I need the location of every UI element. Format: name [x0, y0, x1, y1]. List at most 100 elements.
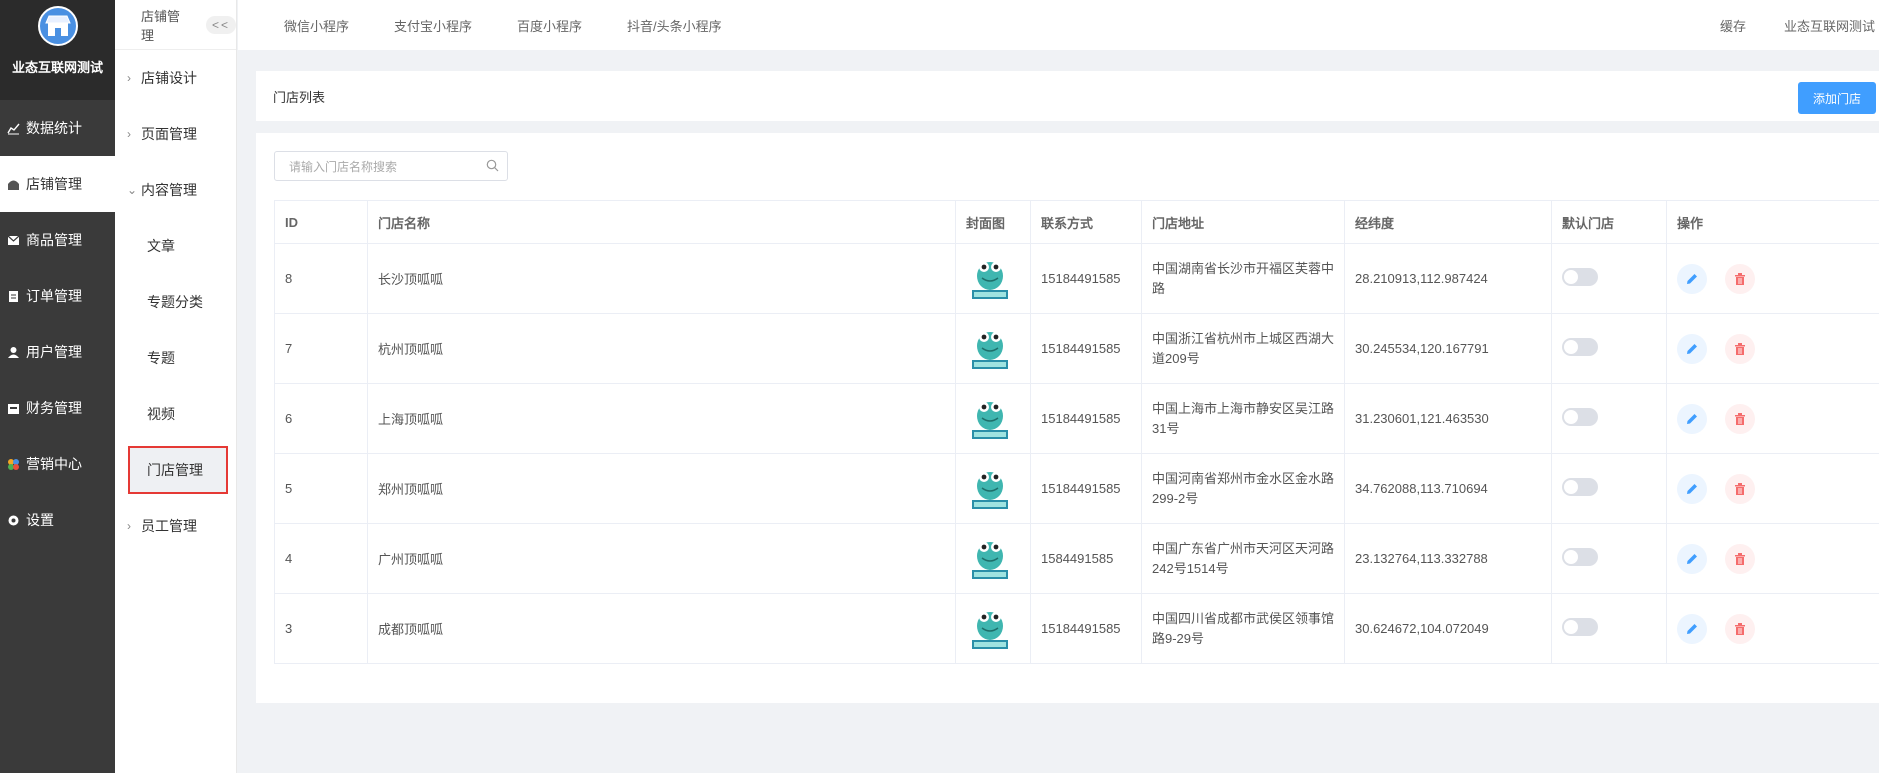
sidebar-item-order[interactable]: 订单管理	[0, 268, 115, 324]
cell-id: 3	[274, 593, 368, 664]
edit-icon[interactable]	[1677, 263, 1707, 294]
delete-icon[interactable]	[1725, 263, 1755, 294]
cell-store-name: 上海顶呱呱	[367, 383, 956, 454]
search-icon[interactable]	[486, 159, 499, 175]
subnav-title: 店铺管理	[141, 8, 181, 43]
column-header: 门店名称	[367, 200, 956, 244]
store-logo-icon[interactable]	[37, 6, 78, 46]
subnav-item-topics[interactable]: 专题	[115, 330, 236, 386]
sidebar-item-label: 数据统计	[26, 120, 82, 136]
delete-icon[interactable]	[1725, 403, 1755, 434]
cell-coordinates: 31.230601,121.463530	[1344, 383, 1552, 454]
chevron-right-icon: ›	[127, 127, 131, 141]
store-list-panel: 请输入门店名称搜索 ID 门店名称 封面图 联系方式 门店地址 经纬度 默认门店…	[256, 133, 1879, 703]
cell-id: 7	[274, 313, 368, 384]
tab-wechat-miniprogram[interactable]: 微信小程序	[284, 16, 349, 35]
cell-cover	[955, 383, 1031, 454]
edit-icon[interactable]	[1677, 473, 1707, 504]
cell-id: 5	[274, 453, 368, 524]
cell-address: 中国广东省广州市天河区天河路242号1514号	[1141, 523, 1345, 594]
sidebar-item-finance[interactable]: 财务管理	[0, 380, 115, 436]
subnav-item-staff-management[interactable]: › 员工管理	[115, 498, 236, 554]
subnav-item-videos[interactable]: 视频	[115, 386, 236, 442]
cache-button[interactable]: 缓存	[1720, 16, 1746, 35]
sidebar-item-settings[interactable]: 设置	[0, 492, 115, 548]
delete-icon[interactable]	[1725, 333, 1755, 364]
edit-icon[interactable]	[1677, 613, 1707, 644]
top-bar: 微信小程序 支付宝小程序 百度小程序 抖音/头条小程序 缓存 业态互联网测试	[238, 0, 1879, 50]
delete-icon[interactable]	[1725, 543, 1755, 574]
store-cover-image	[970, 256, 1030, 302]
subnav-item-store-management[interactable]: 门店管理	[128, 446, 228, 494]
sidebar-item-user[interactable]: 用户管理	[0, 324, 115, 380]
default-store-toggle[interactable]	[1562, 338, 1598, 356]
search-input[interactable]: 请输入门店名称搜索	[274, 151, 508, 181]
subnav-label: 页面管理	[141, 126, 197, 142]
cell-coordinates: 34.762088,113.710694	[1344, 453, 1552, 524]
sidebar-item-shop[interactable]: 店铺管理	[0, 156, 115, 212]
delete-icon[interactable]	[1725, 613, 1755, 644]
store-cover-image	[970, 606, 1030, 652]
table-row: 6 上海顶呱呱 15184491585 中国上海市上海市静安区吴江路31号 31.230…	[274, 383, 1879, 454]
tab-baidu-miniprogram[interactable]: 百度小程序	[517, 16, 582, 35]
collapse-button[interactable]: <<	[205, 15, 236, 34]
sidebar-item-chart[interactable]: 数据统计	[0, 100, 115, 156]
subnav-item-topic-categories[interactable]: 专题分类	[115, 274, 236, 330]
subnav-label: 店铺设计	[141, 70, 197, 86]
row-actions	[1677, 403, 1879, 434]
subnav-item-articles[interactable]: 文章	[115, 218, 236, 274]
default-store-toggle[interactable]	[1562, 408, 1598, 426]
subnav-item-page-management[interactable]: › 页面管理	[115, 106, 236, 162]
table-row: 8 长沙顶呱呱 15184491585 中国湖南省长沙市开福区芙蓉中路 28.21091…	[274, 243, 1879, 314]
cell-store-name: 长沙顶呱呱	[367, 243, 956, 314]
sidebar-item-marketing[interactable]: 营销中心	[0, 436, 115, 492]
cell-default	[1551, 593, 1667, 664]
sidebar-item-label: 店铺管理	[26, 176, 82, 192]
cell-phone: 15184491585	[1030, 453, 1142, 524]
default-store-toggle[interactable]	[1562, 548, 1598, 566]
delete-icon[interactable]	[1725, 473, 1755, 504]
store-cover-image	[970, 466, 1030, 512]
tab-alipay-miniprogram[interactable]: 支付宝小程序	[394, 16, 472, 35]
cell-actions	[1666, 593, 1879, 664]
user-menu[interactable]: 业态互联网测试	[1784, 16, 1875, 35]
row-actions	[1677, 333, 1879, 364]
default-store-toggle[interactable]	[1562, 268, 1598, 286]
default-store-toggle[interactable]	[1562, 478, 1598, 496]
column-header: 经纬度	[1344, 200, 1552, 244]
cell-address: 中国河南省郑州市金水区金水路299-2号	[1141, 453, 1345, 524]
cell-coordinates: 28.210913,112.987424	[1344, 243, 1552, 314]
cell-default	[1551, 523, 1667, 594]
finance-icon	[6, 401, 20, 415]
tab-douyin-miniprogram[interactable]: 抖音/头条小程序	[627, 16, 722, 35]
table-row: 4 广州顶呱呱 1584491585 中国广东省广州市天河区天河路242号1514号 2…	[274, 523, 1879, 594]
table-row: 3 成都顶呱呱 15184491585 中国四川省成都市武侯区领事馆路9-29号 30.…	[274, 593, 1879, 664]
sidebar-item-label: 营销中心	[26, 456, 82, 472]
edit-icon[interactable]	[1677, 543, 1707, 574]
store-table: ID 门店名称 封面图 联系方式 门店地址 经纬度 默认门店 操作 8 长沙顶呱呱…	[274, 200, 1879, 664]
column-header: 门店地址	[1141, 200, 1345, 244]
subnav-item-content-management[interactable]: ⌄ 内容管理	[115, 162, 236, 218]
cell-cover	[955, 313, 1031, 384]
column-header: 封面图	[955, 200, 1031, 244]
edit-icon[interactable]	[1677, 333, 1707, 364]
column-header: 联系方式	[1030, 200, 1142, 244]
default-store-toggle[interactable]	[1562, 618, 1598, 636]
cell-address: 中国浙江省杭州市上城区西湖大道209号	[1141, 313, 1345, 384]
sidebar-item-label: 商品管理	[26, 232, 82, 248]
add-store-button[interactable]: 添加门店	[1798, 82, 1876, 114]
cell-cover	[955, 593, 1031, 664]
edit-icon[interactable]	[1677, 403, 1707, 434]
cell-phone: 15184491585	[1030, 383, 1142, 454]
chevron-right-icon: ›	[127, 519, 131, 533]
sidebar-item-label: 财务管理	[26, 400, 82, 416]
subnav-item-shop-design[interactable]: › 店铺设计	[115, 50, 236, 106]
table-header-row: ID 门店名称 封面图 联系方式 门店地址 经纬度 默认门店 操作	[274, 200, 1879, 244]
order-icon	[6, 289, 20, 303]
cell-store-name: 郑州顶呱呱	[367, 453, 956, 524]
sidebar-item-mail[interactable]: 商品管理	[0, 212, 115, 268]
chevron-right-icon: ›	[127, 71, 131, 85]
cell-store-name: 杭州顶呱呱	[367, 313, 956, 384]
cell-actions	[1666, 313, 1879, 384]
cell-id: 4	[274, 523, 368, 594]
